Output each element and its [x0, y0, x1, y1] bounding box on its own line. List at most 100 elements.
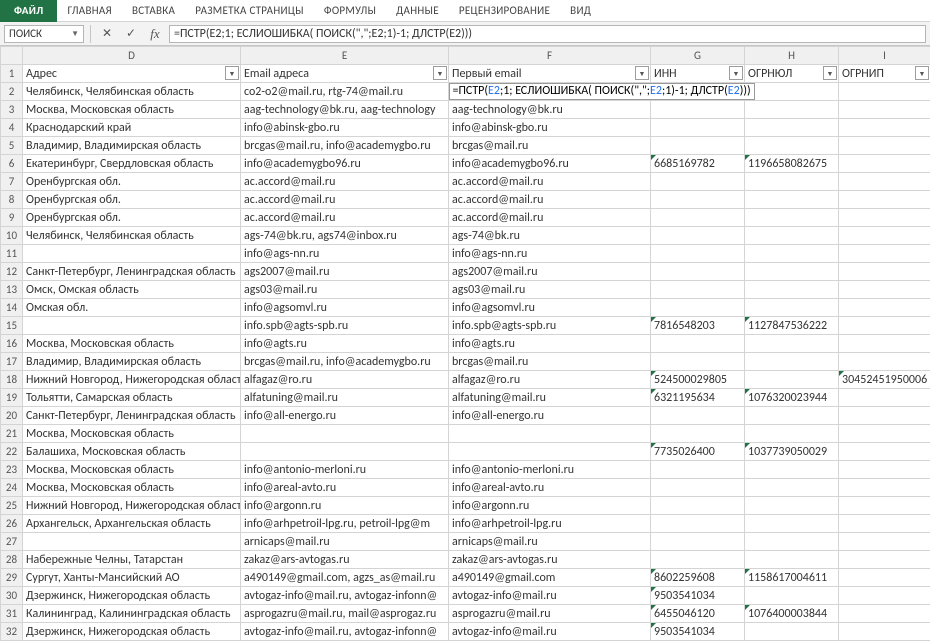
cell-D12[interactable]: Санкт-Петербург, Ленинградская область: [23, 263, 241, 281]
cell-E12[interactable]: ags2007@mail.ru: [241, 263, 449, 281]
cell-H29[interactable]: 1158617004611: [745, 569, 839, 587]
cell-H32[interactable]: [745, 623, 839, 641]
row-number[interactable]: 14: [1, 299, 23, 317]
row-number[interactable]: 7: [1, 173, 23, 191]
cell-I21[interactable]: [839, 425, 930, 443]
cell-D17[interactable]: Владимир, Владимирская область: [23, 353, 241, 371]
row-number[interactable]: 4: [1, 119, 23, 137]
tab-data[interactable]: ДАННЫЕ: [386, 0, 449, 22]
filter-dropdown-icon[interactable]: ▼: [915, 66, 929, 80]
cell-D31[interactable]: Калининград, Калининградская область: [23, 605, 241, 623]
cell-E22[interactable]: [241, 443, 449, 461]
row-number[interactable]: 21: [1, 425, 23, 443]
filter-dropdown-icon[interactable]: ▼: [225, 66, 239, 80]
cell-E4[interactable]: info@abinsk-gbo.ru: [241, 119, 449, 137]
cell-D23[interactable]: Москва, Московская область: [23, 461, 241, 479]
row-number[interactable]: 19: [1, 389, 23, 407]
cell-D27[interactable]: [23, 533, 241, 551]
cell-I16[interactable]: [839, 335, 930, 353]
row-number[interactable]: 26: [1, 515, 23, 533]
cell-F12[interactable]: ags2007@mail.ru: [449, 263, 651, 281]
cell-F4[interactable]: info@abinsk-gbo.ru: [449, 119, 651, 137]
cell-I6[interactable]: [839, 155, 930, 173]
cell-I18[interactable]: 30452451950006: [839, 371, 930, 389]
cell-G31[interactable]: 6455046120: [651, 605, 745, 623]
cell-F11[interactable]: info@ags-nn.ru: [449, 245, 651, 263]
row-number[interactable]: 1: [1, 65, 23, 83]
spreadsheet-grid[interactable]: D E F G H I 1Адрес▼Email адреса▼Первый e…: [0, 46, 930, 641]
row-number[interactable]: 10: [1, 227, 23, 245]
cell-F9[interactable]: ac.accord@mail.ru: [449, 209, 651, 227]
cell-E13[interactable]: ags03@mail.ru: [241, 281, 449, 299]
cell-G22[interactable]: 7735026400: [651, 443, 745, 461]
cell-F18[interactable]: alfagaz@ro.ru: [449, 371, 651, 389]
row-number[interactable]: 15: [1, 317, 23, 335]
cell-G32[interactable]: 9503541034: [651, 623, 745, 641]
row-number[interactable]: 22: [1, 443, 23, 461]
cell-H22[interactable]: 1037739050029: [745, 443, 839, 461]
tab-review[interactable]: РЕЦЕНЗИРОВАНИЕ: [449, 0, 560, 22]
column-headers[interactable]: D E F G H I: [1, 47, 930, 65]
cell-F16[interactable]: info@agts.ru: [449, 335, 651, 353]
cell-D13[interactable]: Омск, Омская область: [23, 281, 241, 299]
cell-D14[interactable]: Омская обл.: [23, 299, 241, 317]
cell-H26[interactable]: [745, 515, 839, 533]
cell-I22[interactable]: [839, 443, 930, 461]
row-number[interactable]: 5: [1, 137, 23, 155]
cell-D11[interactable]: [23, 245, 241, 263]
cell-H9[interactable]: [745, 209, 839, 227]
cell-H13[interactable]: [745, 281, 839, 299]
cell-H24[interactable]: [745, 479, 839, 497]
cell-D26[interactable]: Архангельск, Архангельская область: [23, 515, 241, 533]
cell-G5[interactable]: [651, 137, 745, 155]
cell-D32[interactable]: Дзержинск, Нижегородская область: [23, 623, 241, 641]
cell-I19[interactable]: [839, 389, 930, 407]
cell-H12[interactable]: [745, 263, 839, 281]
cell-F26[interactable]: info@arhpetroil-lpg.ru: [449, 515, 651, 533]
cell-I17[interactable]: [839, 353, 930, 371]
col-header-F[interactable]: F: [449, 47, 651, 65]
cell-G30[interactable]: 9503541034: [651, 587, 745, 605]
row-number[interactable]: 13: [1, 281, 23, 299]
cell-H27[interactable]: [745, 533, 839, 551]
cell-G6[interactable]: 6685169782: [651, 155, 745, 173]
cell-F23[interactable]: info@antonio-merloni.ru: [449, 461, 651, 479]
cell-D3[interactable]: Москва, Московская область: [23, 101, 241, 119]
cell-I2[interactable]: [839, 83, 930, 101]
formula-input[interactable]: =ПСТР(E2;1; ЕСЛИОШИБКА( ПОИСК(",";E2;1)-…: [169, 25, 926, 43]
cell-I24[interactable]: [839, 479, 930, 497]
cell-D6[interactable]: Екатеринбург, Свердловская область: [23, 155, 241, 173]
cell-E9[interactable]: ac.accord@mail.ru: [241, 209, 449, 227]
cell-F21[interactable]: [449, 425, 651, 443]
cell-F28[interactable]: zakaz@ars-avtogas.ru: [449, 551, 651, 569]
cell-G13[interactable]: [651, 281, 745, 299]
cell-I25[interactable]: [839, 497, 930, 515]
cell-I10[interactable]: [839, 227, 930, 245]
cell-H11[interactable]: [745, 245, 839, 263]
tab-formulas[interactable]: ФОРМУЛЫ: [314, 0, 386, 22]
cell-I27[interactable]: [839, 533, 930, 551]
cell-I3[interactable]: [839, 101, 930, 119]
filter-dropdown-icon[interactable]: ▼: [433, 66, 447, 80]
row-number[interactable]: 2: [1, 83, 23, 101]
insert-function-button[interactable]: fx: [145, 25, 165, 43]
cell-F7[interactable]: ac.accord@mail.ru: [449, 173, 651, 191]
cell-E32[interactable]: avtogaz-info@mail.ru, avtogaz-infonn@: [241, 623, 449, 641]
header-cell-i[interactable]: ОГРНИП▼: [839, 65, 930, 83]
cell-F27[interactable]: arnicaps@mail.ru: [449, 533, 651, 551]
cell-F15[interactable]: info.spb@agts-spb.ru: [449, 317, 651, 335]
col-header-E[interactable]: E: [241, 47, 449, 65]
cell-E27[interactable]: arnicaps@mail.ru: [241, 533, 449, 551]
cell-I8[interactable]: [839, 191, 930, 209]
cell-I13[interactable]: [839, 281, 930, 299]
header-cell-f[interactable]: Первый email▼: [449, 65, 651, 83]
header-cell-e[interactable]: Email адреса▼: [241, 65, 449, 83]
cell-D18[interactable]: Нижний Новгород, Нижегородская область: [23, 371, 241, 389]
cell-D5[interactable]: Владимир, Владимирская область: [23, 137, 241, 155]
tab-home[interactable]: ГЛАВНАЯ: [57, 0, 122, 22]
cell-I12[interactable]: [839, 263, 930, 281]
col-header-I[interactable]: I: [839, 47, 930, 65]
filter-dropdown-icon[interactable]: ▼: [729, 66, 743, 80]
cell-H16[interactable]: [745, 335, 839, 353]
cell-H31[interactable]: 1076400003844: [745, 605, 839, 623]
